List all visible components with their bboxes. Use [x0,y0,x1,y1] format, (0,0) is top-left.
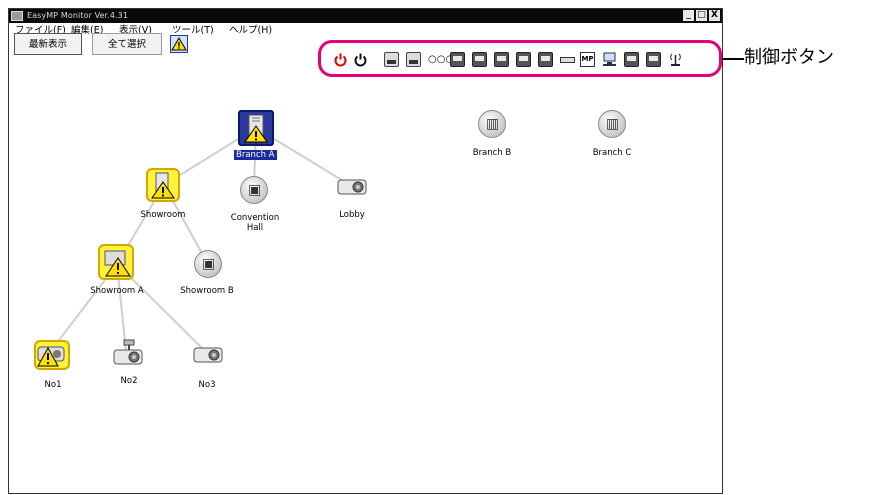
lobby-projector-icon[interactable] [336,176,370,200]
branch-a-icon[interactable] [238,110,274,146]
group-icon: ▣ [202,256,216,272]
convention-hall-icon[interactable]: ▣ [240,176,268,204]
no3-label[interactable]: No3 [167,380,247,390]
showroom-label[interactable]: Showroom [123,210,203,220]
branch-b-icon[interactable]: ▥ [478,110,506,138]
building-warning-icon [151,172,175,199]
building-warning-icon [244,114,268,143]
branch-c-label[interactable]: Branch C [572,148,652,158]
convention-hall-label[interactable]: Convention Hall [215,213,295,233]
group-warning-icon [104,250,131,277]
branch-c-icon[interactable]: ▥ [598,110,626,138]
showroom-b-icon[interactable]: ▣ [194,250,222,278]
building-icon: ▥ [606,116,620,132]
showroom-b-label[interactable]: Showroom B [167,286,247,296]
showroom-a-label[interactable]: Showroom A [77,286,157,296]
no2-ceiling-projector-icon[interactable] [110,338,146,370]
no2-label[interactable]: No2 [89,376,169,386]
no3-projector-icon[interactable] [192,344,226,368]
branch-a-label[interactable]: Branch A [234,150,277,160]
projector-warning-icon [37,346,65,367]
no1-label[interactable]: No1 [13,380,93,390]
building-icon: ▥ [486,116,500,132]
group-icon: ▣ [248,182,262,198]
lobby-label[interactable]: Lobby [312,210,392,220]
no1-icon[interactable] [34,340,70,370]
showroom-icon[interactable] [146,168,180,202]
branch-b-label[interactable]: Branch B [452,148,532,158]
showroom-a-icon[interactable] [98,244,134,280]
